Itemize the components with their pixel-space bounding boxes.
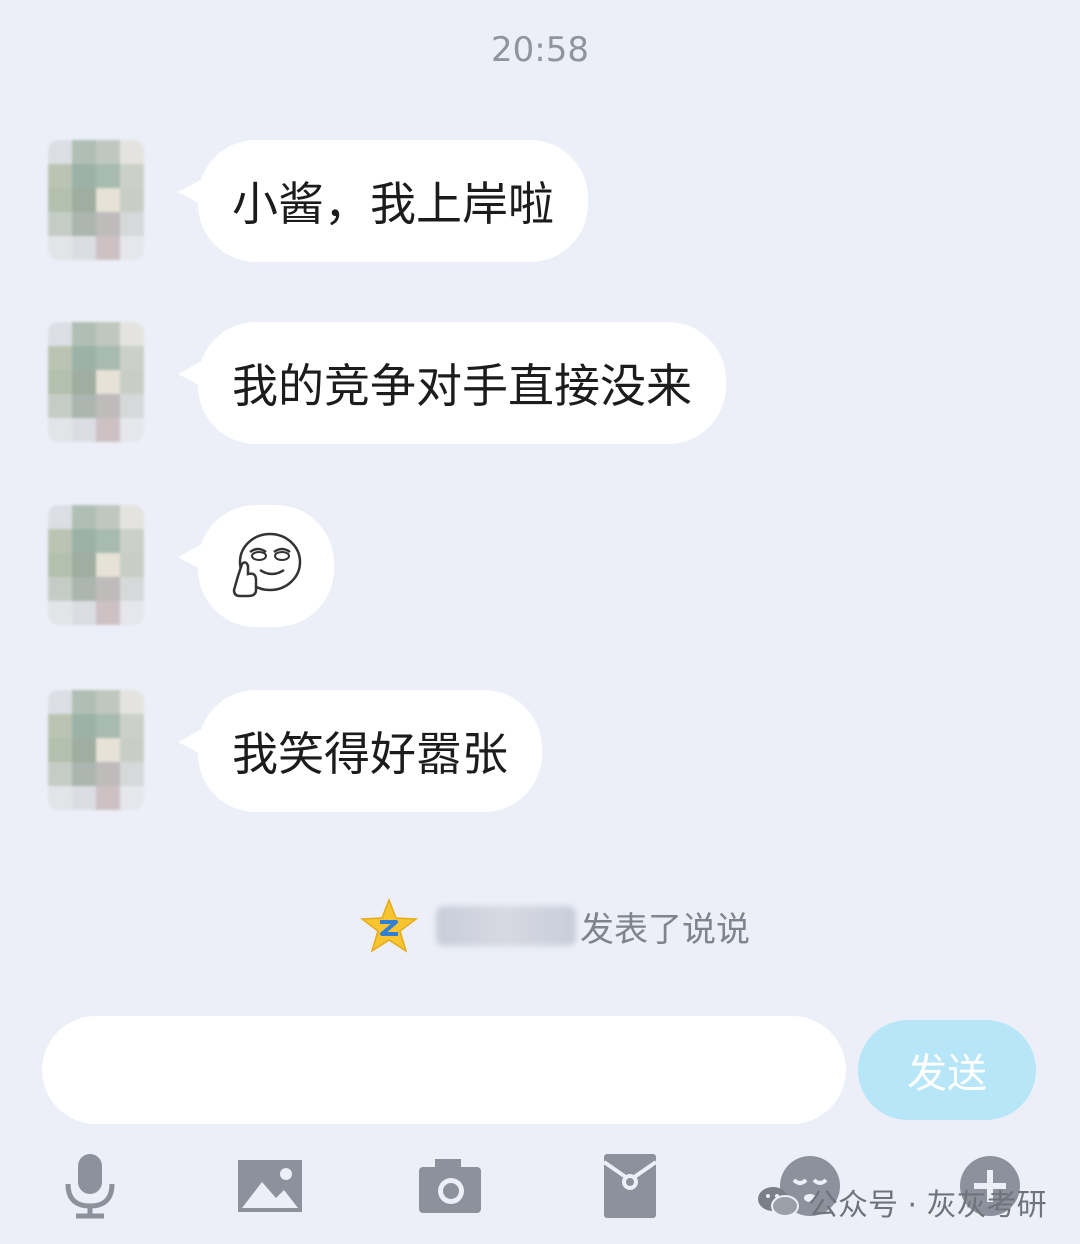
camera-icon — [419, 1159, 481, 1213]
send-button[interactable]: 发送 — [858, 1020, 1036, 1120]
camera-button[interactable] — [414, 1150, 486, 1222]
message-text: 小酱，我上岸啦 — [232, 177, 554, 231]
microphone-icon — [65, 1154, 115, 1219]
qzone-star-icon — [360, 898, 418, 953]
message-text: 我笑得好嚣张 — [232, 727, 508, 781]
red-packet-button[interactable] — [594, 1150, 666, 1222]
red-packet-icon — [602, 1154, 658, 1218]
avatar[interactable] — [48, 690, 144, 810]
message-text: 我的竞争对手直接没来 — [232, 359, 692, 413]
voice-button[interactable] — [54, 1150, 126, 1222]
message-input[interactable] — [42, 1016, 846, 1124]
message-row: 我笑得好嚣张 — [48, 690, 542, 812]
blurred-username — [436, 906, 576, 946]
wechat-icon — [758, 1187, 799, 1217]
message-bubble[interactable] — [178, 505, 334, 627]
message-row — [48, 505, 334, 627]
message-bubble[interactable]: 小酱，我上岸啦 — [178, 140, 588, 262]
smirk-thumbs-up-sticker-icon — [232, 532, 302, 598]
image-icon — [238, 1160, 302, 1212]
watermark: 公众号 · 灰灰考研 — [756, 1180, 1047, 1224]
notice-text: 发表了说说 — [580, 909, 750, 950]
avatar[interactable] — [48, 505, 144, 625]
message-row: 我的竞争对手直接没来 — [48, 322, 726, 444]
avatar[interactable] — [48, 322, 144, 442]
avatar[interactable] — [48, 140, 144, 260]
message-row: 小酱，我上岸啦 — [48, 140, 588, 262]
timestamp: 20:58 — [491, 30, 589, 70]
image-button[interactable] — [234, 1150, 306, 1222]
message-bubble[interactable]: 我的竞争对手直接没来 — [178, 322, 726, 444]
watermark-text: 公众号 · 灰灰考研 — [808, 1188, 1047, 1223]
message-bubble[interactable]: 我笑得好嚣张 — [178, 690, 542, 812]
qzone-notice[interactable]: 发表了说说 — [360, 898, 750, 954]
